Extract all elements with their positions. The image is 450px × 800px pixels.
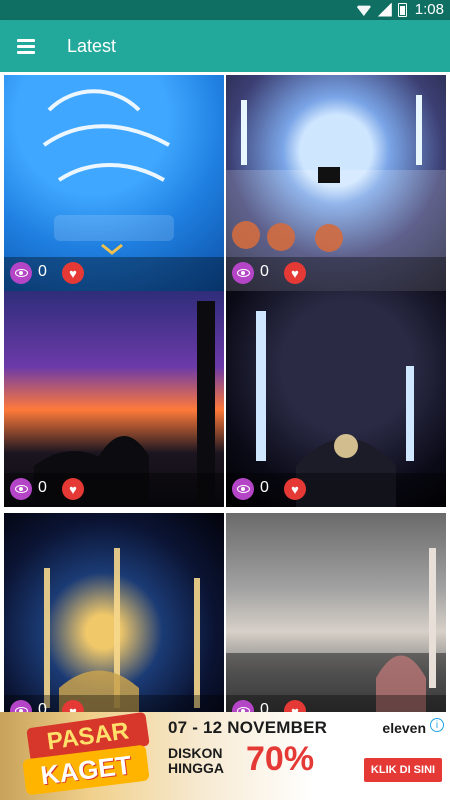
view-count: 0	[38, 479, 47, 496]
ad-advertiser: eleven	[382, 720, 426, 736]
view-count: 0	[38, 263, 47, 280]
signal-icon	[377, 2, 392, 17]
card-footer: 0 ♥	[226, 473, 446, 507]
favorite-button[interactable]: ♥	[62, 478, 84, 500]
card-footer: 0 ♥	[4, 473, 224, 507]
wallpaper-card[interactable]: 0 ♥	[226, 513, 446, 729]
ad-headline: 07 - 12 NOVEMBER	[168, 718, 328, 737]
views-icon	[10, 478, 32, 500]
wallpaper-card[interactable]: 0 ♥	[4, 75, 224, 291]
favorite-button[interactable]: ♥	[62, 262, 84, 284]
wallpaper-card[interactable]: 0 ♥	[226, 291, 446, 507]
status-time: 1:08	[414, 1, 444, 18]
card-footer: 0 ♥	[4, 257, 224, 291]
ad-cta-button[interactable]: KLIK DI SINI	[364, 758, 442, 782]
ad-info-icon[interactable]: i	[430, 718, 444, 732]
wallpaper-card[interactable]: 0 ♥	[4, 291, 224, 507]
ad-diskon-line2: HINGGA	[168, 760, 224, 776]
status-icons: 1:08	[355, 1, 444, 18]
view-count: 0	[260, 479, 269, 496]
wallpaper-grid: 0 ♥ 0 ♥ 0 ♥ 0 ♥ 0 ♥ 0 ♥	[0, 72, 450, 729]
menu-icon[interactable]	[17, 39, 35, 54]
ad-percent: 70%	[246, 740, 315, 778]
views-icon	[10, 262, 32, 284]
views-icon	[232, 478, 254, 500]
view-count: 0	[260, 263, 269, 280]
app-toolbar: Latest	[0, 20, 450, 72]
wallpaper-card[interactable]: 0 ♥	[4, 513, 224, 729]
ad-banner[interactable]: PASAR KAGET 07 - 12 NOVEMBER DISKON HING…	[0, 712, 450, 800]
favorite-button[interactable]: ♥	[284, 478, 306, 500]
views-icon	[232, 262, 254, 284]
status-bar: 1:08	[0, 0, 450, 20]
page-title: Latest	[67, 35, 117, 56]
wallpaper-card[interactable]: 0 ♥	[226, 75, 446, 291]
favorite-button[interactable]: ♥	[284, 262, 306, 284]
battery-icon	[397, 2, 407, 17]
wifi-icon	[355, 5, 372, 16]
card-footer: 0 ♥	[226, 257, 446, 291]
ad-diskon-line1: DISKON	[168, 745, 223, 761]
ad-diskon-text: DISKON HINGGA	[168, 746, 224, 776]
